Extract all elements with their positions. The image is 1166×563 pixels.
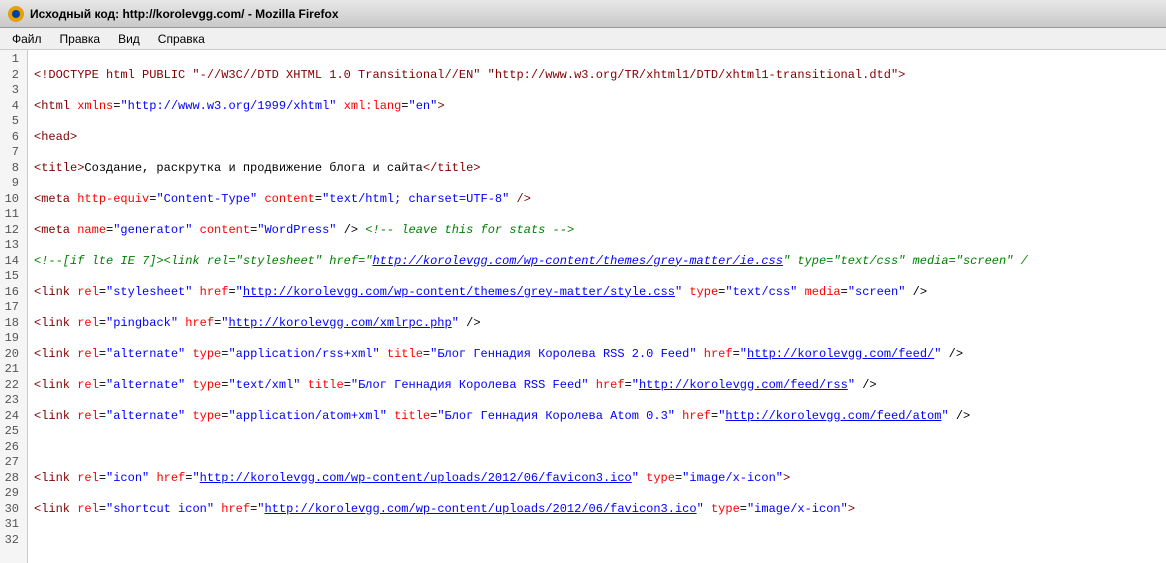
line-11: <link rel="alternate" type="text/xml" ti… xyxy=(34,378,1160,394)
line-9: <link rel="pingback" href="http://korole… xyxy=(34,316,1160,332)
line-12: <link rel="alternate" type="application/… xyxy=(34,409,1160,425)
menu-file[interactable]: Файл xyxy=(4,30,50,48)
menu-bar: Файл Правка Вид Справка xyxy=(0,28,1166,50)
line-10: <link rel="alternate" type="application/… xyxy=(34,347,1160,363)
line-15: <link rel="shortcut icon" href="http://k… xyxy=(34,502,1160,518)
firefox-icon xyxy=(8,6,24,22)
menu-view[interactable]: Вид xyxy=(110,30,148,48)
window-title: Исходный код: http://korolevgg.com/ - Mo… xyxy=(30,7,339,21)
line-numbers: 1 2 3 4 5 6 7 8 9 10 11 12 13 14 15 16 1… xyxy=(0,50,28,563)
line-5: <meta http-equiv="Content-Type" content=… xyxy=(34,192,1160,208)
code-container: 1 2 3 4 5 6 7 8 9 10 11 12 13 14 15 16 1… xyxy=(0,50,1166,563)
menu-edit[interactable]: Правка xyxy=(52,30,109,48)
line-4: <title>Создание, раскрутка и продвижение… xyxy=(34,161,1160,177)
line-8: <link rel="stylesheet" href="http://koro… xyxy=(34,285,1160,301)
line-7: <!--[if lte IE 7]><link rel="stylesheet"… xyxy=(34,254,1160,270)
line-14: <link rel="icon" href="http://korolevgg.… xyxy=(34,471,1160,487)
line-16 xyxy=(34,533,1160,549)
menu-help[interactable]: Справка xyxy=(150,30,213,48)
line-3: <head> xyxy=(34,130,1160,146)
line-1: <!DOCTYPE html PUBLIC "-//W3C//DTD XHTML… xyxy=(34,68,1160,84)
line-2: <html xmlns="http://www.w3.org/1999/xhtm… xyxy=(34,99,1160,115)
code-view[interactable]: <!DOCTYPE html PUBLIC "-//W3C//DTD XHTML… xyxy=(28,50,1166,563)
line-6: <meta name="generator" content="WordPres… xyxy=(34,223,1160,239)
line-13 xyxy=(34,440,1160,456)
title-bar: Исходный код: http://korolevgg.com/ - Mo… xyxy=(0,0,1166,28)
